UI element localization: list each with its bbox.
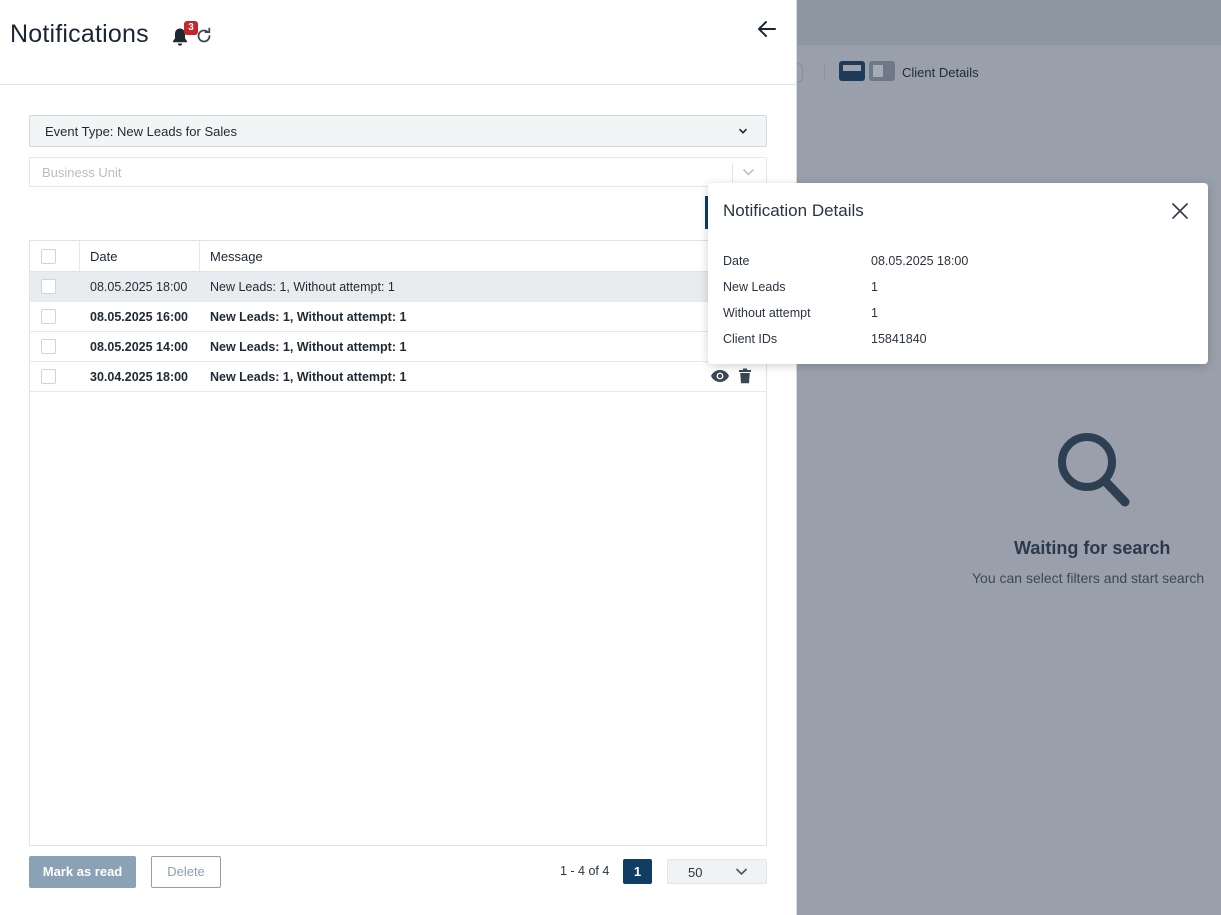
row-date: 08.05.2025 18:00 <box>90 280 188 294</box>
table-row[interactable]: 08.05.2025 14:00 New Leads: 1, Without a… <box>30 332 766 362</box>
row-checkbox[interactable] <box>41 339 56 354</box>
detail-value-date: 08.05.2025 18:00 <box>871 254 969 268</box>
row-checkbox[interactable] <box>41 369 56 384</box>
eye-icon[interactable] <box>710 369 730 383</box>
row-message: New Leads: 1, Without attempt: 1 <box>210 280 395 294</box>
row-message: New Leads: 1, Without attempt: 1 <box>210 370 407 384</box>
row-message: New Leads: 1, Without attempt: 1 <box>210 340 407 354</box>
detail-label-date: Date <box>723 254 750 268</box>
page-size-value: 50 <box>688 865 703 880</box>
notifications-panel: Notifications 3 Event Type: New Leads fo… <box>0 0 797 915</box>
delete-button[interactable]: Delete <box>151 856 221 888</box>
empty-state-title: Waiting for search <box>1014 538 1171 558</box>
trash-icon[interactable] <box>738 368 752 384</box>
page-size-select[interactable]: 50 <box>667 859 767 884</box>
toolbar-separator <box>824 64 825 80</box>
business-unit-select[interactable]: Business Unit <box>29 157 767 187</box>
page-title: Notifications <box>10 20 149 48</box>
background-app: Client Details Waiting for search You ca… <box>791 0 1221 915</box>
table-row[interactable]: 08.05.2025 18:00 New Leads: 1, Without a… <box>30 272 766 302</box>
select-all-cell <box>30 241 80 271</box>
popup-title: Notification Details <box>723 201 864 220</box>
detail-value-client-ids: 15841840 <box>871 332 927 346</box>
column-header-date[interactable]: Date <box>80 241 200 271</box>
detail-value-new-leads: 1 <box>871 280 878 294</box>
pagination-page-button[interactable]: 1 <box>623 859 652 884</box>
client-details-label: Client Details <box>902 65 979 80</box>
select-divider <box>732 163 733 182</box>
background-topbar <box>797 0 1221 45</box>
empty-state-subtitle: You can select filters and start search <box>972 570 1205 586</box>
refresh-icon[interactable] <box>195 27 213 45</box>
row-message: New Leads: 1, Without attempt: 1 <box>210 310 407 324</box>
chevron-down-icon <box>738 128 748 134</box>
layout-vertical-icon <box>869 61 895 81</box>
chevron-down-icon <box>735 868 748 876</box>
detail-label-without-attempt: Without attempt <box>723 306 811 320</box>
close-icon[interactable] <box>1170 201 1190 221</box>
row-checkbox[interactable] <box>41 309 56 324</box>
business-unit-placeholder: Business Unit <box>42 164 122 180</box>
detail-label-new-leads: New Leads <box>723 280 786 294</box>
background-toolbar: Client Details <box>791 58 1221 86</box>
notification-details-popup: Notification Details Date 08.05.2025 18:… <box>708 183 1208 364</box>
column-header-message[interactable]: Message <box>200 241 500 271</box>
row-actions <box>710 368 752 384</box>
panel-header: Notifications 3 <box>0 0 797 85</box>
table-header: Date Message <box>30 241 766 272</box>
search-icon <box>1058 433 1130 507</box>
row-date: 08.05.2025 16:00 <box>90 310 189 324</box>
notifications-table: Date Message 08.05.2025 18:00 New Leads:… <box>29 240 767 846</box>
row-date: 30.04.2025 18:00 <box>90 370 189 384</box>
table-row[interactable]: 08.05.2025 16:00 New Leads: 1, Without a… <box>30 302 766 332</box>
detail-label-client-ids: Client IDs <box>723 332 778 346</box>
chevron-down-icon <box>742 168 755 176</box>
table-row[interactable]: 30.04.2025 18:00 New Leads: 1, Without a… <box>30 362 766 392</box>
event-type-select[interactable]: Event Type: New Leads for Sales <box>29 115 767 147</box>
mark-as-read-button[interactable]: Mark as read <box>29 856 136 888</box>
detail-value-without-attempt: 1 <box>871 306 878 320</box>
layout-horizontal-icon <box>839 61 865 81</box>
row-date: 08.05.2025 14:00 <box>90 340 189 354</box>
back-arrow-icon[interactable] <box>756 18 778 40</box>
select-all-checkbox[interactable] <box>41 249 56 264</box>
pagination-range: 1 - 4 of 4 <box>560 864 610 878</box>
event-type-value: Event Type: New Leads for Sales <box>45 123 237 139</box>
row-checkbox[interactable] <box>41 279 56 294</box>
